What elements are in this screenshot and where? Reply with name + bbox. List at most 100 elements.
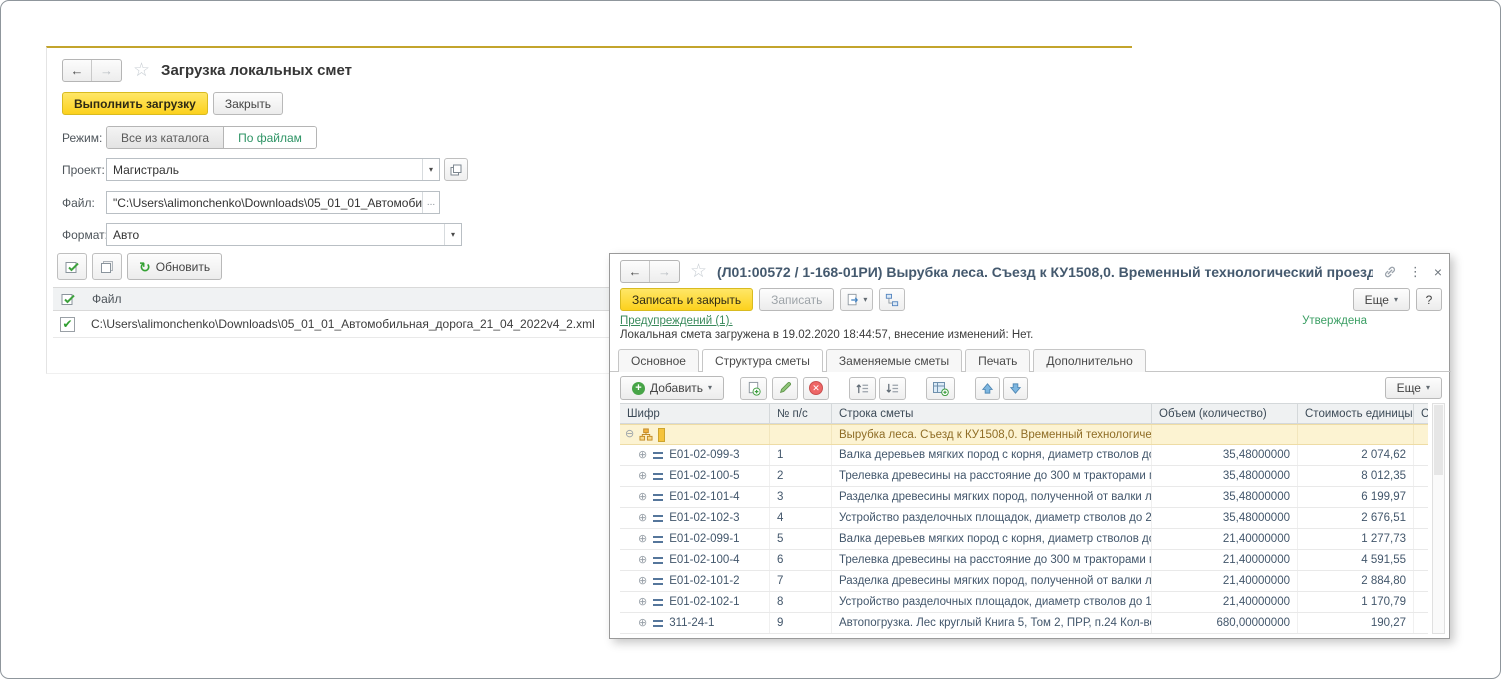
row-quantity: 35,48000000 <box>1152 508 1298 528</box>
table-row[interactable]: ⊕ Е01-02-100-5 2 Трелевка древесины на р… <box>620 466 1428 487</box>
mode-option-files[interactable]: По файлам <box>224 127 316 148</box>
expand-icon[interactable]: ⊕ <box>638 492 647 503</box>
move-row-down-button[interactable] <box>1003 377 1028 400</box>
estimate-document-window: ← → ☆ (Л01:00572 / 1-168-01РИ) Вырубка л… <box>609 253 1450 639</box>
forward-button[interactable]: → <box>650 261 679 282</box>
open-project-button[interactable] <box>444 158 468 181</box>
save-and-close-button[interactable]: Записать и закрыть <box>620 288 753 311</box>
table-row[interactable]: ⊕ Е01-02-102-1 8 Устройство разделочных … <box>620 592 1428 613</box>
move-up-level-button[interactable] <box>849 377 876 400</box>
vertical-scrollbar[interactable] <box>1432 403 1445 634</box>
format-select[interactable]: Авто ▾ <box>106 223 462 246</box>
column-code[interactable]: Шифр <box>620 404 770 423</box>
table-row[interactable]: ⊕ Е01-02-101-4 3 Разделка древесины мягк… <box>620 487 1428 508</box>
row-extra <box>1414 613 1428 633</box>
history-nav: ← → <box>62 59 122 82</box>
add-button[interactable]: + Добавить ▾ <box>620 376 724 400</box>
project-input[interactable]: Магистраль ▾ <box>106 158 440 181</box>
row-description: Разделка древесины мягких пород, получен… <box>832 487 1152 507</box>
link-icon[interactable] <box>1383 265 1397 279</box>
chevron-down-icon[interactable]: ▾ <box>422 159 439 180</box>
expand-icon[interactable]: ⊕ <box>638 576 647 587</box>
back-button[interactable]: ← <box>63 60 92 81</box>
edit-row-button[interactable] <box>772 377 798 400</box>
move-row-up-button[interactable] <box>975 377 1000 400</box>
expand-icon[interactable]: ⊕ <box>638 597 647 608</box>
delete-row-button[interactable]: ✕ <box>803 377 829 400</box>
tab-print[interactable]: Печать <box>965 349 1030 372</box>
row-unit-cost: 2 074,62 <box>1298 445 1414 465</box>
close-window-icon[interactable]: × <box>1434 264 1442 280</box>
table-plus-icon <box>932 381 949 396</box>
tab-replaced[interactable]: Заменяемые сметы <box>826 349 962 372</box>
execute-load-button[interactable]: Выполнить загрузку <box>62 92 208 115</box>
table-row[interactable]: ⊕ Е01-02-099-1 5 Валка деревьев мягких п… <box>620 529 1428 550</box>
expand-icon[interactable]: ⊕ <box>638 618 647 629</box>
tab-main[interactable]: Основное <box>618 349 699 372</box>
browse-button[interactable]: ... <box>422 192 439 213</box>
table-more-button[interactable]: Еще ▾ <box>1385 377 1442 399</box>
row-unit-cost: 2 676,51 <box>1298 508 1414 528</box>
group-num <box>770 425 832 444</box>
favorite-star-icon[interactable]: ☆ <box>133 61 150 80</box>
help-button[interactable]: ? <box>1416 288 1442 311</box>
group-extra <box>1414 425 1428 444</box>
row-checkbox[interactable]: ✔ <box>60 317 75 332</box>
table-row[interactable]: ⊕ Е01-02-101-2 7 Разделка древесины мягк… <box>620 571 1428 592</box>
table-row[interactable]: ⊕ Е01-02-102-3 4 Устройство разделочных … <box>620 508 1428 529</box>
history-nav: ← → <box>620 260 680 283</box>
table-row[interactable]: ⊕ Е01-02-100-4 6 Трелевка древесины на р… <box>620 550 1428 571</box>
tab-structure[interactable]: Структура сметы <box>702 349 823 372</box>
table-toolbar: + Добавить ▾ ✕ <box>620 376 1442 400</box>
column-quantity[interactable]: Объем (количество) <box>1152 404 1298 423</box>
document-tabs: Основное Структура сметы Заменяемые смет… <box>610 349 1451 372</box>
warnings-link[interactable]: Предупреждений (1). <box>620 315 733 327</box>
column-truncated[interactable]: С <box>1414 404 1428 423</box>
code-cell: ⊕ 311-24-1 <box>620 613 770 633</box>
group-row[interactable]: ⊖ Вырубка леса. Съезд к КУ1508,0. Времен… <box>620 424 1428 445</box>
uncheck-all-button[interactable] <box>92 253 122 280</box>
row-code: Е01-02-101-4 <box>669 491 739 503</box>
expand-icon[interactable]: ⊕ <box>638 555 647 566</box>
row-number: 9 <box>770 613 832 633</box>
column-unit-cost[interactable]: Стоимость единицы <box>1298 404 1414 423</box>
chevron-down-icon[interactable]: ▾ <box>444 224 461 245</box>
mode-label: Режим: <box>62 131 106 145</box>
column-number[interactable]: № п/с <box>770 404 832 423</box>
refresh-button[interactable]: ↻ Обновить <box>127 253 222 280</box>
favorite-star-icon[interactable]: ☆ <box>690 262 707 281</box>
group-description: Вырубка леса. Съезд к КУ1508,0. Временны… <box>832 425 1152 444</box>
file-input[interactable]: "C:\Users\alimonchenko\Downloads\05_01_0… <box>106 191 440 214</box>
create-based-on-button[interactable]: ▾ <box>840 288 873 311</box>
back-button[interactable]: ← <box>621 261 650 282</box>
scrollbar-thumb[interactable] <box>1434 405 1443 475</box>
row-description: Трелевка древесины на расстояние до 300 … <box>832 466 1152 486</box>
column-line[interactable]: Строка сметы <box>832 404 1152 423</box>
more-button[interactable]: Еще ▾ <box>1353 288 1410 311</box>
check-column-header[interactable] <box>53 292 84 306</box>
expand-icon[interactable]: ⊕ <box>638 471 647 482</box>
mode-toggle: Все из каталога По файлам <box>106 126 317 149</box>
table-row[interactable]: ⊕ Е01-02-099-3 1 Валка деревьев мягких п… <box>620 445 1428 466</box>
file-row: Файл: "C:\Users\alimonchenko\Downloads\0… <box>62 191 440 214</box>
level-buttons <box>849 377 906 400</box>
copy-row-button[interactable] <box>740 377 767 400</box>
save-button[interactable]: Записать <box>759 288 834 311</box>
row-description: Устройство разделочных площадок, диаметр… <box>832 508 1152 528</box>
kebab-menu-icon[interactable]: ⋮ <box>1409 264 1422 280</box>
table-row[interactable]: ⊕ 311-24-1 9 Автопогрузка. Лес круглый К… <box>620 613 1428 634</box>
structure-report-button[interactable] <box>879 288 905 311</box>
forward-button[interactable]: → <box>92 60 121 81</box>
move-down-level-button[interactable] <box>879 377 906 400</box>
check-all-button[interactable] <box>57 253 87 280</box>
estimate-rows: ⊕ Е01-02-099-3 1 Валка деревьев мягких п… <box>620 445 1428 634</box>
add-nested-table-button[interactable] <box>926 377 955 400</box>
collapse-icon[interactable]: ⊖ <box>625 429 634 440</box>
mode-option-catalog[interactable]: Все из каталога <box>107 127 224 148</box>
close-button[interactable]: Закрыть <box>213 92 283 115</box>
expand-icon[interactable]: ⊕ <box>638 534 647 545</box>
expand-icon[interactable]: ⊕ <box>638 513 647 524</box>
expand-icon[interactable]: ⊕ <box>638 450 647 461</box>
tab-additional[interactable]: Дополнительно <box>1033 349 1145 372</box>
window-icons: ⋮ × <box>1383 264 1442 280</box>
